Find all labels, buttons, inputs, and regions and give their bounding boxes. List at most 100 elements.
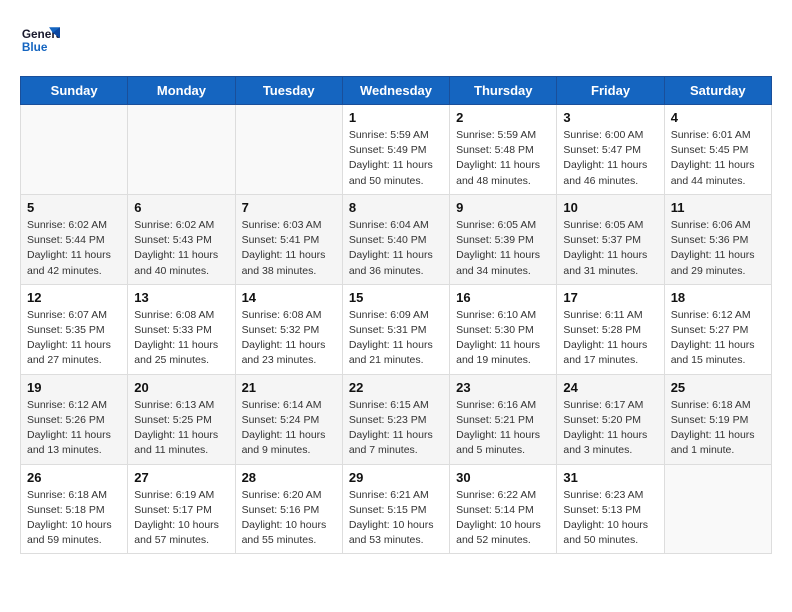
day-number: 30 <box>456 470 550 485</box>
calendar-cell <box>128 105 235 195</box>
calendar-cell: 15Sunrise: 6:09 AM Sunset: 5:31 PM Dayli… <box>342 284 449 374</box>
calendar-cell: 7 Sunrise: 6:03 AM Sunset: 5:41 PM Daylig… <box>235 194 342 284</box>
day-info: Sunrise: 6:19 AM Sunset: 5:17 PM Dayligh… <box>134 488 228 549</box>
day-number: 18 <box>671 290 765 305</box>
day-info: Sunrise: 6:17 AM Sunset: 5:20 PM Dayligh… <box>563 398 657 459</box>
svg-text:Blue: Blue <box>22 40 48 54</box>
calendar-cell: 10 Sunrise: 6:05 AM Sunset: 5:37 PM Dayli… <box>557 194 664 284</box>
day-number: 22 <box>349 380 443 395</box>
day-number: 21 <box>242 380 336 395</box>
day-info: Sunrise: 6:23 AM Sunset: 5:13 PM Dayligh… <box>563 488 657 549</box>
day-info: Sunrise: 6:16 AM Sunset: 5:21 PM Dayligh… <box>456 398 550 459</box>
calendar-cell: 24 Sunrise: 6:17 AM Sunset: 5:20 PM Dayli… <box>557 374 664 464</box>
calendar-cell: 26 Sunrise: 6:18 AM Sunset: 5:18 PM Dayli… <box>21 464 128 554</box>
day-info: Sunrise: 6:08 AM Sunset: 5:33 PM Dayligh… <box>134 308 228 369</box>
logo-icon: General Blue <box>20 20 60 60</box>
day-number: 31 <box>563 470 657 485</box>
day-number: 28 <box>242 470 336 485</box>
day-number: 7 <box>242 200 336 215</box>
calendar-cell: 1 Sunrise: 5:59 AM Sunset: 5:49 PM Daylig… <box>342 105 449 195</box>
calendar-cell: 9 Sunrise: 6:05 AM Sunset: 5:39 PM Daylig… <box>450 194 557 284</box>
calendar-cell: 14 Sunrise: 6:08 AM Sunset: 5:32 PM Dayli… <box>235 284 342 374</box>
page-header: General Blue <box>20 20 772 60</box>
calendar-cell: 20 Sunrise: 6:13 AM Sunset: 5:25 PM Dayli… <box>128 374 235 464</box>
calendar-cell: 19Sunrise: 6:12 AM Sunset: 5:26 PM Dayli… <box>21 374 128 464</box>
calendar-week-row: 19Sunrise: 6:12 AM Sunset: 5:26 PM Dayli… <box>21 374 772 464</box>
calendar-cell <box>235 105 342 195</box>
calendar-cell: 3 Sunrise: 6:00 AM Sunset: 5:47 PM Daylig… <box>557 105 664 195</box>
calendar-cell: 5Sunrise: 6:02 AM Sunset: 5:44 PM Daylig… <box>21 194 128 284</box>
day-number: 6 <box>134 200 228 215</box>
calendar-week-row: 1 Sunrise: 5:59 AM Sunset: 5:49 PM Daylig… <box>21 105 772 195</box>
day-number: 14 <box>242 290 336 305</box>
day-number: 26 <box>27 470 121 485</box>
day-number: 5 <box>27 200 121 215</box>
calendar-cell <box>664 464 771 554</box>
day-number: 3 <box>563 110 657 125</box>
day-number: 16 <box>456 290 550 305</box>
calendar-cell: 21 Sunrise: 6:14 AM Sunset: 5:24 PM Dayli… <box>235 374 342 464</box>
day-info: Sunrise: 6:00 AM Sunset: 5:47 PM Dayligh… <box>563 128 657 189</box>
day-info: Sunrise: 6:10 AM Sunset: 5:30 PM Dayligh… <box>456 308 550 369</box>
day-info: Sunrise: 6:15 AM Sunset: 5:23 PM Dayligh… <box>349 398 443 459</box>
calendar-cell: 16 Sunrise: 6:10 AM Sunset: 5:30 PM Dayli… <box>450 284 557 374</box>
day-number: 13 <box>134 290 228 305</box>
day-number: 4 <box>671 110 765 125</box>
day-info: Sunrise: 6:02 AM Sunset: 5:43 PM Dayligh… <box>134 218 228 279</box>
calendar-cell <box>21 105 128 195</box>
day-info: Sunrise: 6:07 AM Sunset: 5:35 PM Dayligh… <box>27 308 121 369</box>
calendar-header-row: SundayMondayTuesdayWednesdayThursdayFrid… <box>21 77 772 105</box>
day-info: Sunrise: 6:21 AM Sunset: 5:15 PM Dayligh… <box>349 488 443 549</box>
day-info: Sunrise: 6:01 AM Sunset: 5:45 PM Dayligh… <box>671 128 765 189</box>
day-number: 25 <box>671 380 765 395</box>
day-info: Sunrise: 6:12 AM Sunset: 5:27 PM Dayligh… <box>671 308 765 369</box>
day-info: Sunrise: 6:14 AM Sunset: 5:24 PM Dayligh… <box>242 398 336 459</box>
day-info: Sunrise: 6:11 AM Sunset: 5:28 PM Dayligh… <box>563 308 657 369</box>
day-info: Sunrise: 6:18 AM Sunset: 5:19 PM Dayligh… <box>671 398 765 459</box>
calendar-cell: 28 Sunrise: 6:20 AM Sunset: 5:16 PM Dayli… <box>235 464 342 554</box>
day-number: 11 <box>671 200 765 215</box>
day-info: Sunrise: 6:13 AM Sunset: 5:25 PM Dayligh… <box>134 398 228 459</box>
day-info: Sunrise: 6:18 AM Sunset: 5:18 PM Dayligh… <box>27 488 121 549</box>
day-info: Sunrise: 6:03 AM Sunset: 5:41 PM Dayligh… <box>242 218 336 279</box>
calendar-cell: 4 Sunrise: 6:01 AM Sunset: 5:45 PM Daylig… <box>664 105 771 195</box>
day-info: Sunrise: 6:08 AM Sunset: 5:32 PM Dayligh… <box>242 308 336 369</box>
day-number: 2 <box>456 110 550 125</box>
day-number: 10 <box>563 200 657 215</box>
day-number: 24 <box>563 380 657 395</box>
calendar-cell: 6 Sunrise: 6:02 AM Sunset: 5:43 PM Daylig… <box>128 194 235 284</box>
day-info: Sunrise: 6:20 AM Sunset: 5:16 PM Dayligh… <box>242 488 336 549</box>
day-info: Sunrise: 6:05 AM Sunset: 5:37 PM Dayligh… <box>563 218 657 279</box>
calendar-cell: 27 Sunrise: 6:19 AM Sunset: 5:17 PM Dayli… <box>128 464 235 554</box>
weekday-header-monday: Monday <box>128 77 235 105</box>
day-info: Sunrise: 6:06 AM Sunset: 5:36 PM Dayligh… <box>671 218 765 279</box>
calendar-cell: 23 Sunrise: 6:16 AM Sunset: 5:21 PM Dayli… <box>450 374 557 464</box>
day-number: 8 <box>349 200 443 215</box>
weekday-header-thursday: Thursday <box>450 77 557 105</box>
calendar-cell: 11 Sunrise: 6:06 AM Sunset: 5:36 PM Dayli… <box>664 194 771 284</box>
calendar-week-row: 5Sunrise: 6:02 AM Sunset: 5:44 PM Daylig… <box>21 194 772 284</box>
day-number: 29 <box>349 470 443 485</box>
weekday-header-friday: Friday <box>557 77 664 105</box>
calendar-cell: 8Sunrise: 6:04 AM Sunset: 5:40 PM Daylig… <box>342 194 449 284</box>
calendar-cell: 17Sunrise: 6:11 AM Sunset: 5:28 PM Dayli… <box>557 284 664 374</box>
day-number: 1 <box>349 110 443 125</box>
calendar-cell: 2Sunrise: 5:59 AM Sunset: 5:48 PM Daylig… <box>450 105 557 195</box>
day-number: 27 <box>134 470 228 485</box>
day-number: 9 <box>456 200 550 215</box>
calendar-cell: 18 Sunrise: 6:12 AM Sunset: 5:27 PM Dayli… <box>664 284 771 374</box>
calendar-week-row: 12 Sunrise: 6:07 AM Sunset: 5:35 PM Dayli… <box>21 284 772 374</box>
calendar-table: SundayMondayTuesdayWednesdayThursdayFrid… <box>20 76 772 554</box>
day-info: Sunrise: 5:59 AM Sunset: 5:49 PM Dayligh… <box>349 128 443 189</box>
day-info: Sunrise: 6:05 AM Sunset: 5:39 PM Dayligh… <box>456 218 550 279</box>
logo: General Blue <box>20 20 64 60</box>
calendar-week-row: 26 Sunrise: 6:18 AM Sunset: 5:18 PM Dayli… <box>21 464 772 554</box>
calendar-cell: 25 Sunrise: 6:18 AM Sunset: 5:19 PM Dayli… <box>664 374 771 464</box>
day-number: 20 <box>134 380 228 395</box>
day-number: 23 <box>456 380 550 395</box>
weekday-header-wednesday: Wednesday <box>342 77 449 105</box>
calendar-cell: 30Sunrise: 6:22 AM Sunset: 5:14 PM Dayli… <box>450 464 557 554</box>
day-number: 12 <box>27 290 121 305</box>
calendar-cell: 13 Sunrise: 6:08 AM Sunset: 5:33 PM Dayli… <box>128 284 235 374</box>
weekday-header-sunday: Sunday <box>21 77 128 105</box>
